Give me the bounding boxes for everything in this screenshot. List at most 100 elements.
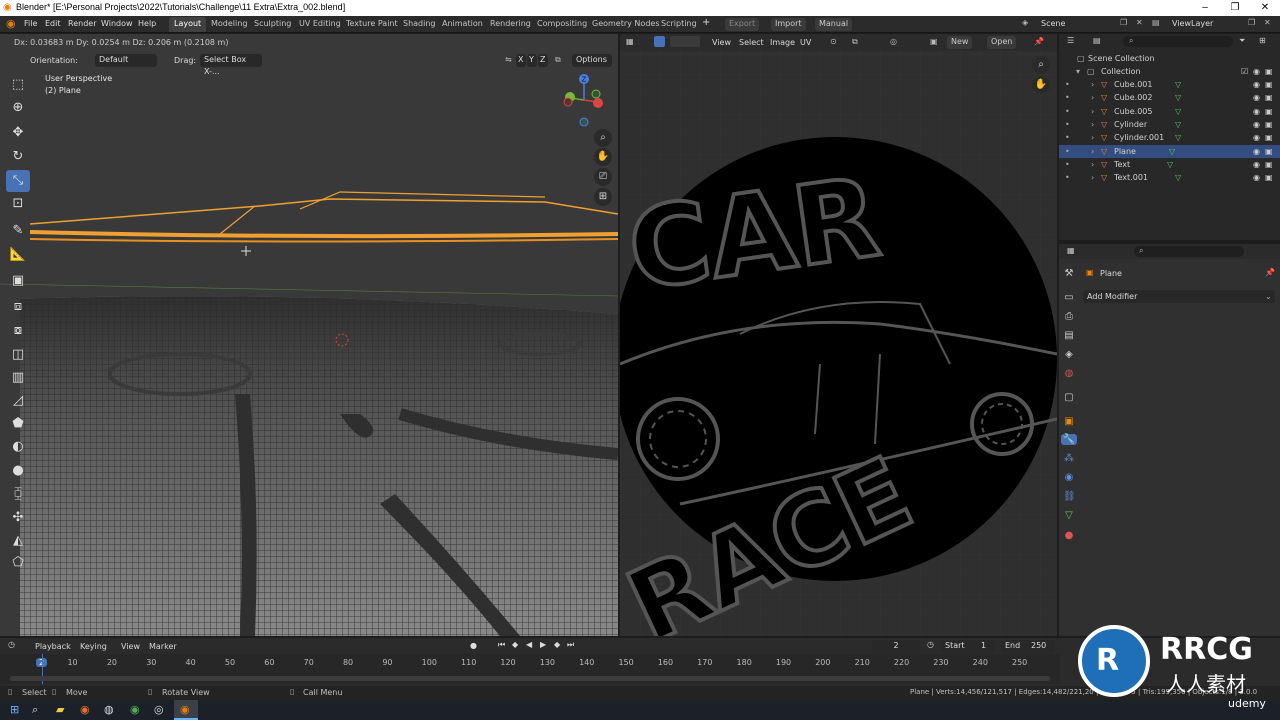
obs-icon[interactable]: ◍ [104, 703, 114, 716]
timeline-editor-icon[interactable]: ◷ [8, 640, 15, 649]
constraints-tab-icon[interactable]: ⛓ [1063, 491, 1076, 502]
scene-name[interactable]: Scene [1041, 19, 1065, 28]
prev-keyframe-icon[interactable]: ◆ [512, 640, 518, 649]
blender-menu-icon[interactable]: ◉ [6, 17, 16, 30]
firefox-icon[interactable]: ◉ [80, 703, 90, 716]
object-tab-icon[interactable]: ▣ [1063, 416, 1075, 427]
copy-view-layer-icon[interactable]: ❐ [1248, 18, 1255, 27]
pivot-icon[interactable]: ⊙ [830, 37, 837, 46]
scene-collection-row[interactable]: ▢ Scene Collection [1059, 52, 1280, 65]
view-layer-tab-icon[interactable]: ▤ [1063, 330, 1075, 341]
outliner-item[interactable]: • › ▽ Cylinder.001 ▽ ◉ ▣ [1059, 131, 1280, 144]
output-tab-icon[interactable]: ⎙ [1063, 311, 1075, 322]
outliner-editor-icon[interactable]: ☰ [1067, 36, 1074, 45]
expand-right-icon[interactable]: › [1091, 105, 1094, 118]
new-collection-icon[interactable]: ⊞ [1259, 36, 1266, 45]
add-modifier-button[interactable]: Add Modifier ⌄ [1083, 290, 1275, 303]
remove-view-layer-icon[interactable]: ✕ [1264, 18, 1271, 27]
scale-icon[interactable]: ⤡ [6, 170, 30, 192]
tab-texture-paint[interactable]: Texture Paint [341, 17, 403, 32]
camera-icon[interactable]: ▣ [1265, 105, 1273, 118]
expand-right-icon[interactable]: › [1091, 78, 1094, 91]
timeline-menu-keying[interactable]: Keying [80, 642, 107, 651]
remove-scene-icon[interactable]: ✕ [1136, 18, 1143, 27]
proportional-icon[interactable]: ◎ [890, 37, 897, 46]
drag-dropdown[interactable]: Select Box X-... [200, 54, 262, 76]
add-cube-icon[interactable]: ▣ [6, 270, 30, 292]
menu-window[interactable]: Window [101, 19, 133, 28]
current-frame-field[interactable]: 2 [872, 640, 920, 653]
outliner-item[interactable]: • › ▽ Text.001 ▽ ◉ ▣ [1059, 171, 1280, 184]
shear-icon[interactable]: ◭ [6, 530, 30, 552]
tab-scripting[interactable]: Scripting [656, 17, 702, 32]
inset-icon[interactable]: ⧇ [6, 320, 30, 342]
scene-tab-icon[interactable]: ◈ [1063, 349, 1075, 360]
data-tab-icon[interactable]: ▽ [1063, 510, 1075, 521]
eye-icon[interactable]: ◉ [1253, 145, 1260, 158]
camera-icon[interactable]: ▣ [1265, 118, 1273, 131]
camera-icon[interactable]: ▣ [1265, 171, 1273, 184]
tab-uv-editing[interactable]: UV Editing [294, 17, 346, 32]
copy-scene-icon[interactable]: ❐ [1120, 18, 1127, 27]
jump-start-icon[interactable]: ⏮ [498, 640, 505, 650]
minimize-icon[interactable]: – [1190, 0, 1220, 16]
outliner-item[interactable]: • › ▽ Cylinder ▽ ◉ ▣ [1059, 118, 1280, 131]
camera-icon[interactable]: ▣ [1265, 131, 1273, 144]
annotate-icon[interactable]: ✎ [6, 220, 30, 242]
properties-editor-icon[interactable]: ▦ [1067, 246, 1075, 255]
outliner-item[interactable]: • › ▽ Cube.005 ▽ ◉ ▣ [1059, 105, 1280, 118]
uv-menu-select[interactable]: Select [739, 38, 764, 47]
timeline-menu-marker[interactable]: Marker [149, 642, 177, 651]
tab-compositing[interactable]: Compositing [532, 17, 592, 32]
tab-modeling[interactable]: Modeling [206, 17, 252, 32]
modifier-tab-icon[interactable]: 🔧 [1061, 434, 1077, 445]
file-explorer-icon[interactable]: ▰ [56, 703, 64, 716]
cursor-icon[interactable]: ⊕ [6, 97, 30, 119]
snap-icon[interactable]: ⧉ [555, 55, 561, 65]
measure-icon[interactable]: 📐 [6, 244, 30, 266]
timeline-menu-playback[interactable]: Playback [35, 642, 71, 651]
expand-right-icon[interactable]: › [1091, 131, 1094, 144]
eye-icon[interactable]: ◉ [1253, 105, 1260, 118]
menu-render[interactable]: Render [68, 19, 96, 28]
eye-icon[interactable]: ◉ [1253, 158, 1260, 171]
blender-taskbar-button[interactable]: ◉ [174, 700, 198, 720]
eye-icon[interactable]: ◉ [1253, 131, 1260, 144]
uv-editor[interactable]: CAR RACE ▦ View Select Image UV ⊙ ⧉ ◎ ▣ … [620, 34, 1057, 636]
extrude-icon[interactable]: ⧈ [6, 296, 30, 318]
move-icon[interactable]: ✥ [6, 122, 30, 144]
expand-right-icon[interactable]: › [1091, 158, 1094, 171]
camera-icon[interactable]: ▣ [1265, 65, 1273, 78]
camera-icon[interactable]: ▣ [1265, 145, 1273, 158]
axis-z-toggle[interactable]: Z [538, 54, 548, 67]
checkbox-icon[interactable]: ☑ [1241, 65, 1248, 78]
eye-icon[interactable]: ◉ [1253, 65, 1260, 78]
axis-x-toggle[interactable]: X [516, 54, 526, 67]
uv-sync-icon[interactable] [654, 36, 665, 47]
add-workspace-icon[interactable]: + [702, 17, 710, 28]
timeline-menu-view[interactable]: View [121, 642, 140, 651]
properties-search-input[interactable] [1134, 246, 1244, 257]
zoom-icon[interactable]: ⌕ [594, 129, 612, 147]
windows-start-icon[interactable]: ⊞ [10, 703, 19, 716]
app-icon[interactable]: ◎ [154, 703, 164, 716]
tab-shading[interactable]: Shading [398, 17, 441, 32]
new-image-button[interactable]: New [947, 36, 973, 49]
orthographic-grid-icon[interactable]: ⊞ [594, 188, 612, 206]
search-icon[interactable]: ⌕ [32, 703, 38, 717]
expand-right-icon[interactable]: › [1091, 91, 1094, 104]
expand-icon[interactable]: ▾ [1076, 65, 1080, 78]
uv-pan-hand-icon[interactable]: ✋ [1032, 76, 1050, 94]
close-icon[interactable]: ✕ [1250, 0, 1280, 16]
spin-icon[interactable]: ◐ [6, 436, 30, 458]
chrome-icon[interactable]: ◉ [130, 703, 140, 716]
camera-icon[interactable]: ▣ [1265, 158, 1273, 171]
navigation-gizmo[interactable]: Z [560, 72, 610, 128]
eye-icon[interactable]: ◉ [1253, 78, 1260, 91]
shrink-fatten-icon[interactable]: ✣ [6, 507, 30, 529]
expand-right-icon[interactable]: › [1091, 145, 1094, 158]
pin-icon[interactable]: 📌 [1034, 37, 1044, 46]
expand-right-icon[interactable]: › [1091, 118, 1094, 131]
display-mode-icon[interactable]: ▤ [1093, 36, 1101, 45]
eye-icon[interactable]: ◉ [1253, 118, 1260, 131]
